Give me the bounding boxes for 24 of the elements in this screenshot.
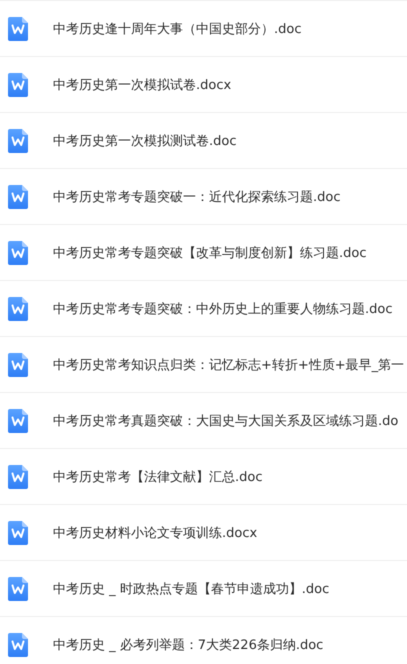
file-name: 中考历史常考专题突破【改革与制度创新】练习题.doc xyxy=(53,244,366,262)
file-name: 中考历史常考专题突破一：近代化探索练习题.doc xyxy=(53,188,340,206)
document-icon xyxy=(8,520,28,544)
file-name: 中考历史逢十周年大事（中国史部分）.doc xyxy=(53,20,302,38)
file-name: 中考历史第一次模拟测试卷.doc xyxy=(53,132,236,150)
file-name: 中考历史 _ 时政热点专题【春节申遗成功】.doc xyxy=(53,580,330,598)
document-icon xyxy=(8,184,28,208)
file-name: 中考历史第一次模拟试卷.docx xyxy=(53,76,232,94)
document-icon xyxy=(8,352,28,376)
document-icon xyxy=(8,408,28,432)
file-name: 中考历史常考知识点归类：记忆标志+转折+性质+最早_第一 xyxy=(53,356,404,374)
file-name: 中考历史常考专题突破：中外历史上的重要人物练习题.doc xyxy=(53,300,392,318)
document-icon xyxy=(8,240,28,264)
document-icon xyxy=(8,128,28,152)
document-icon xyxy=(8,464,28,488)
file-name: 中考历史 _ 必考列举题：7大类226条归纳.doc xyxy=(53,636,324,654)
document-icon xyxy=(8,16,28,40)
document-icon xyxy=(8,632,28,656)
document-icon xyxy=(8,72,28,96)
document-icon xyxy=(8,296,28,320)
document-icon xyxy=(8,576,28,600)
file-name: 中考历史常考真题突破：大国史与大国关系及区域练习题.do xyxy=(53,412,398,430)
file-name: 中考历史材料小论文专项训练.docx xyxy=(53,524,258,542)
file-name: 中考历史常考【法律文献】汇总.doc xyxy=(53,468,262,486)
